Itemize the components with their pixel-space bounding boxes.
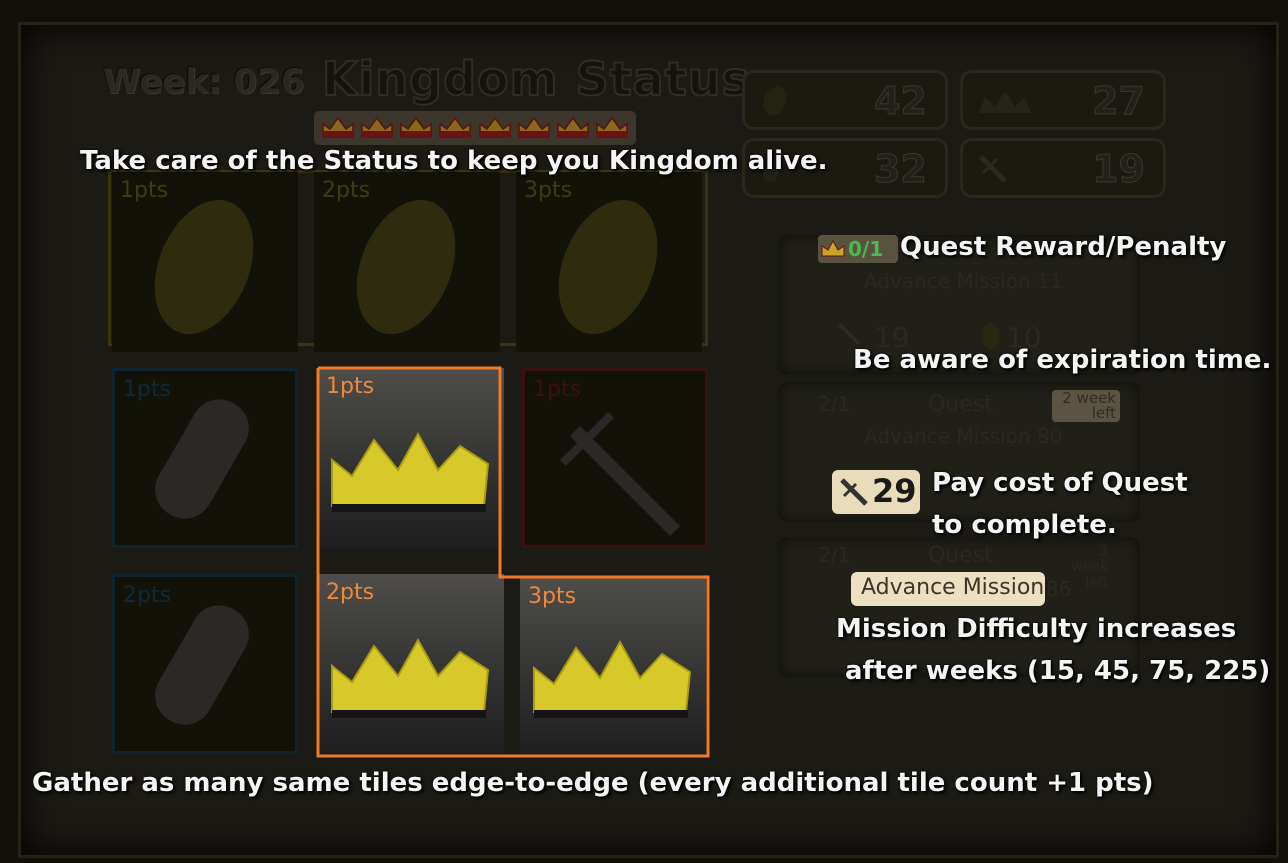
sword-icon (837, 322, 861, 346)
crown-icon (557, 116, 589, 138)
reward-value: 0/1 (848, 237, 884, 261)
stat-coin: 42 (742, 70, 948, 130)
stat-crown: 27 (960, 70, 1166, 130)
board-tile-crown[interactable]: 1pts (318, 368, 504, 548)
sword-icon (979, 155, 1007, 183)
expiration-badge: 2 week left (1052, 390, 1120, 422)
quest-reward-indicator: 0/1 (818, 235, 898, 263)
crown-icon (478, 116, 511, 138)
crown-icon (596, 116, 629, 138)
status-crown-bar (314, 111, 636, 145)
tile-points: 1pts (120, 178, 169, 203)
board-tile-coin[interactable]: 2pts (314, 172, 500, 352)
difficulty-label: Advance Mission (861, 575, 1045, 600)
stat-value: 19 (1092, 147, 1146, 192)
status-tip: Take care of the Status to keep you King… (80, 146, 828, 176)
stat-value: 32 (874, 147, 928, 192)
difficulty-tip-line2: after weeks (15, 45, 75, 225) (845, 656, 1271, 686)
board-tile-scroll[interactable]: 2pts (112, 574, 298, 754)
board-tile-scroll[interactable]: 1pts (112, 368, 298, 548)
quest-label: Quest (928, 543, 993, 568)
crown-icon (361, 116, 393, 138)
tile-points: 2pts (322, 178, 371, 203)
crown-icon (979, 91, 1031, 113)
board-tile-sword[interactable]: 1pts (522, 368, 708, 548)
board-tile-coin[interactable]: 1pts (112, 172, 298, 352)
expiration-tip: Be aware of expiration time. (853, 345, 1272, 375)
quest-name: Advance Mission 80 (864, 424, 1063, 448)
difficulty-tip-line1: Mission Difficulty increases (836, 614, 1237, 644)
tile-points: 3pts (528, 584, 577, 609)
stat-value: 42 (874, 79, 928, 124)
quest-cost-indicator: 29 (832, 470, 920, 514)
cost-tip-line1: Pay cost of Quest (932, 468, 1188, 498)
reward-tip: Quest Reward/Penalty (900, 232, 1227, 262)
tile-points: 3pts (524, 178, 573, 203)
cost-tip-line2: to complete. (932, 510, 1117, 540)
quest-name: Advance Mission 11 (864, 269, 1063, 293)
quest-label: Quest (928, 392, 993, 417)
stat-value: 27 (1092, 79, 1146, 124)
tile-points: 2pts (123, 583, 172, 608)
crown-icon (518, 116, 550, 138)
tile-points: 1pts (533, 377, 582, 402)
tile-points: 2pts (326, 580, 375, 605)
crown-icon (821, 239, 845, 257)
board-tile-crown[interactable]: 3pts (520, 578, 706, 758)
coin-icon (763, 86, 787, 116)
sword-icon (840, 478, 868, 506)
page-title: Kingdom Status (321, 51, 750, 107)
stat-sword: 19 (960, 138, 1166, 198)
board-tile-coin[interactable]: 3pts (516, 172, 702, 352)
tile-points: 1pts (123, 377, 172, 402)
quest-reward: 2/1 (818, 392, 851, 416)
cost-value: 29 (872, 472, 917, 510)
gather-tip: Gather as many same tiles edge-to-edge (… (32, 768, 1154, 798)
quest-reward: 2/1 (818, 543, 851, 567)
mission-difficulty-indicator: Advance Mission (851, 572, 1045, 606)
week-counter: Week: 026 (103, 62, 305, 102)
crown-icon (400, 116, 432, 138)
quest-name-number: 86 (1046, 577, 1072, 601)
crown-icon (321, 116, 354, 138)
crown-icon (439, 116, 472, 138)
tile-points: 1pts (326, 374, 375, 399)
board-tile-crown[interactable]: 2pts (318, 574, 504, 754)
